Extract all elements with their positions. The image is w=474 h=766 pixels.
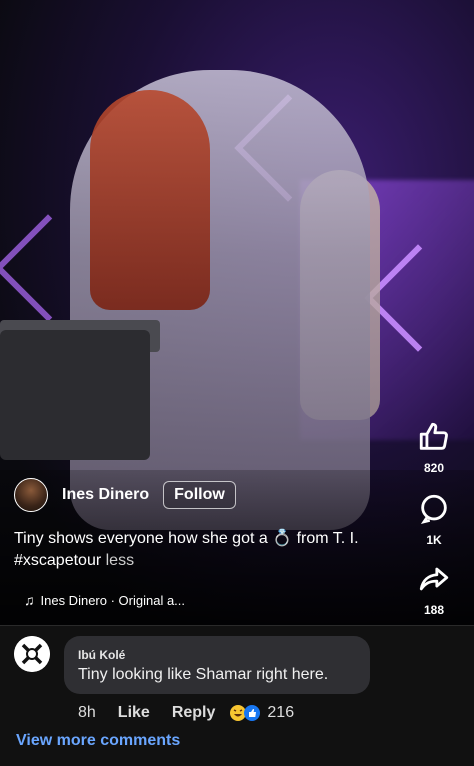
music-note-icon: ♫ <box>24 592 35 608</box>
comment-bubble-icon <box>420 494 447 525</box>
share-action[interactable]: 188 <box>412 562 456 617</box>
stage-speaker <box>0 330 150 460</box>
like-count: 820 <box>423 461 445 475</box>
commenter-name[interactable]: Ibú Kolé <box>78 648 125 662</box>
author-avatar[interactable] <box>14 478 48 512</box>
video-player[interactable]: 820 1K 188 Ines Dinero Follow Tiny shows… <box>0 0 474 625</box>
ring-emoji: 💍 <box>272 530 293 547</box>
commenter-avatar[interactable] <box>14 636 50 672</box>
caption-text: Tiny shows everyone how she got a <box>14 530 273 547</box>
audio-label: Ines Dinero · Original a... <box>40 592 186 608</box>
post-caption: Tiny shows everyone how she got a 💍 from… <box>14 528 404 572</box>
author-name[interactable]: Ines Dinero <box>62 486 149 504</box>
performer-hair <box>90 90 210 310</box>
follow-button[interactable]: Follow <box>163 481 236 509</box>
comment-like-button[interactable]: Like <box>118 704 150 722</box>
post-author: Ines Dinero Follow <box>14 478 236 512</box>
comment-meta: 8h Like Reply 216 <box>78 704 338 722</box>
audio-attribution[interactable]: ♫ Ines Dinero · Original a... <box>24 592 185 608</box>
view-more-comments-link[interactable]: View more comments <box>16 732 180 750</box>
comments-section: Ibú Kolé Tiny looking like Shamar right … <box>0 626 474 766</box>
share-count: 188 <box>423 603 445 617</box>
comment-text: Tiny looking like Shamar right here. <box>78 666 329 683</box>
reaction-count: 216 <box>267 704 295 721</box>
comment-count: 1K <box>426 533 442 547</box>
share-arrow-icon <box>419 567 449 591</box>
comment-bubble[interactable]: Ibú Kolé Tiny looking like Shamar right … <box>64 636 370 694</box>
thumbs-up-icon <box>419 422 448 450</box>
reaction-summary[interactable]: 216 <box>229 704 316 722</box>
comment-reply-button[interactable]: Reply <box>172 704 216 722</box>
caption-less-link[interactable]: less <box>106 552 134 569</box>
like-reaction-icon <box>244 705 261 721</box>
like-action[interactable]: 820 <box>412 420 456 475</box>
comment-action[interactable]: 1K <box>412 492 456 547</box>
comment-time: 8h <box>78 704 96 721</box>
